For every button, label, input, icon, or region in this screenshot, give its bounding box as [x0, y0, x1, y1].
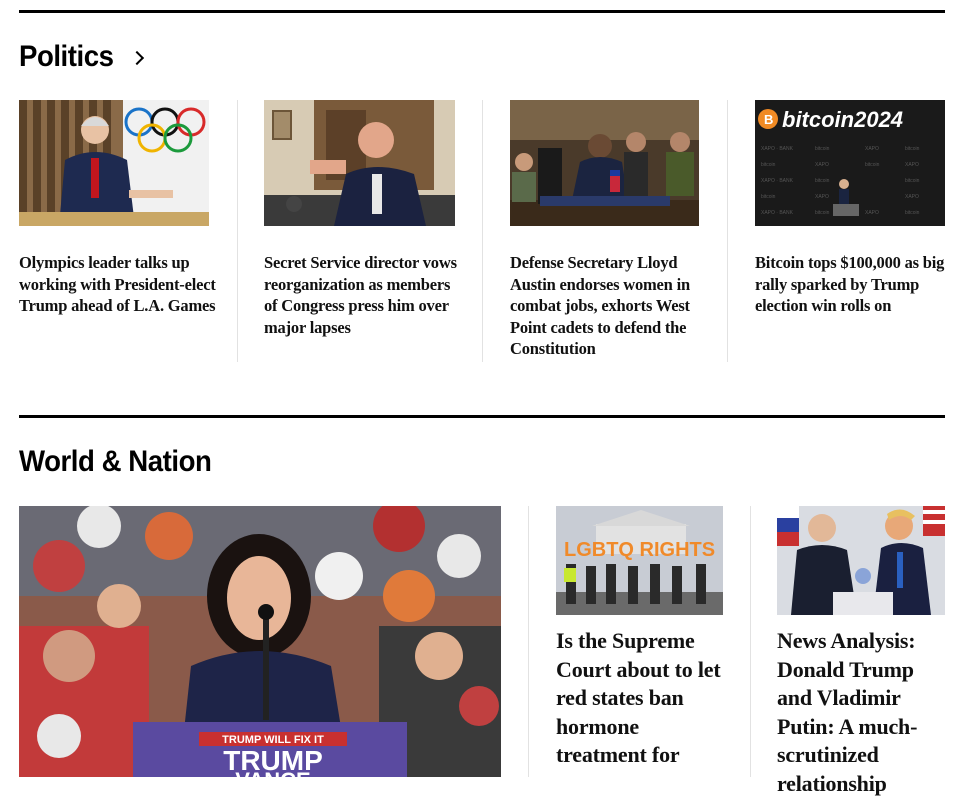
svg-text:XAPO: XAPO	[815, 162, 829, 168]
feature-story-image[interactable]: TRUMP WILL FIX IT TRUMP VANCE	[19, 506, 501, 777]
story-image-secret-service[interactable]	[264, 100, 455, 226]
section-divider	[19, 415, 945, 418]
column-divider	[237, 100, 238, 362]
section-title-politics[interactable]: Politics	[19, 40, 114, 74]
svg-text:bitcoin: bitcoin	[905, 210, 920, 216]
bitcoin-logo-text: bitcoin2024	[782, 107, 903, 132]
story-headline[interactable]: Secret Service director vows reorganizat…	[264, 252, 464, 338]
column-divider	[482, 100, 483, 362]
column-divider	[727, 100, 728, 362]
column-divider	[750, 506, 751, 777]
svg-text:bitcoin: bitcoin	[761, 162, 776, 168]
svg-text:bitcoin: bitcoin	[815, 178, 830, 184]
svg-text:bitcoin: bitcoin	[815, 210, 830, 216]
section-divider	[19, 10, 945, 13]
svg-text:XAPO: XAPO	[905, 194, 919, 200]
story-image-olympics[interactable]	[19, 100, 209, 226]
svg-text:XAPO · BANK: XAPO · BANK	[761, 210, 794, 216]
chevron-right-icon[interactable]	[129, 50, 145, 66]
story-image-defense[interactable]	[510, 100, 699, 226]
story-headline[interactable]: Is the Supreme Court about to let red st…	[556, 627, 732, 770]
svg-text:bitcoin: bitcoin	[905, 178, 920, 184]
svg-text:bitcoin: bitcoin	[761, 194, 776, 200]
svg-text:XAPO · BANK: XAPO · BANK	[761, 178, 794, 184]
svg-text:B: B	[764, 112, 773, 127]
lgbtq-rights-sign: LGBTQ RIGHTS	[564, 539, 715, 561]
story-headline[interactable]: Defense Secretary Lloyd Austin endorses …	[510, 252, 710, 360]
story-headline[interactable]: Bitcoin tops $100,000 as big rally spark…	[755, 252, 955, 317]
svg-text:XAPO: XAPO	[865, 146, 879, 152]
svg-text:bitcoin: bitcoin	[905, 146, 920, 152]
story-image-bitcoin[interactable]: XAPO · BANK bitcoin XAPO bitcoin bitcoin XAP…	[755, 100, 945, 226]
svg-text:XAPO: XAPO	[865, 210, 879, 216]
story-headline[interactable]: News Analysis: Donald Trump and Vladimir…	[777, 627, 953, 798]
story-image-trump-putin[interactable]	[777, 506, 945, 615]
svg-text:XAPO: XAPO	[905, 162, 919, 168]
svg-text:bitcoin: bitcoin	[865, 162, 880, 168]
svg-text:XAPO · BANK: XAPO · BANK	[761, 146, 794, 152]
section-title-world-nation[interactable]: World & Nation	[19, 445, 212, 479]
rally-sign-line3: VANCE	[235, 768, 310, 777]
story-image-supreme-court[interactable]: LGBTQ RIGHTS	[556, 506, 723, 615]
svg-text:XAPO: XAPO	[815, 194, 829, 200]
story-headline[interactable]: Olympics leader talks up working with Pr…	[19, 252, 219, 317]
svg-text:bitcoin: bitcoin	[815, 146, 830, 152]
column-divider	[528, 506, 529, 777]
